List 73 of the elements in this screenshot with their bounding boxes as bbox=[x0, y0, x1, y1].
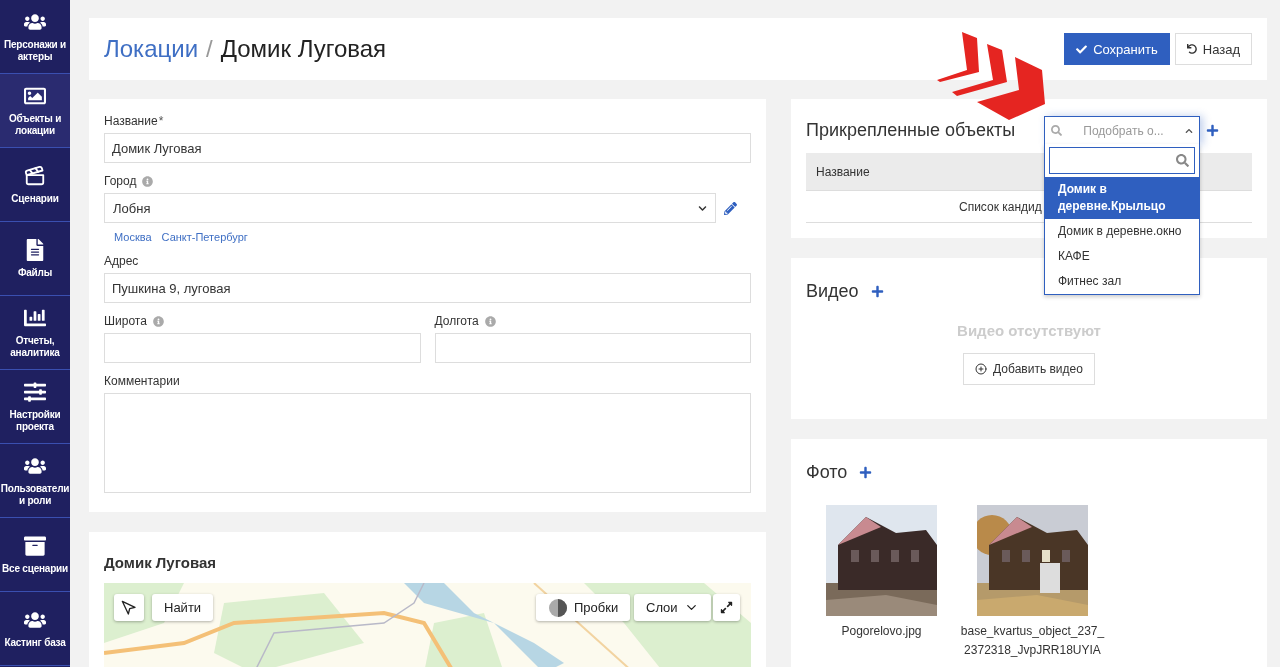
sidebar-item[interactable]: Настройки проекта bbox=[0, 370, 70, 444]
photo-caption: Pogorelovo.jpg bbox=[840, 623, 923, 640]
search-icon bbox=[1176, 154, 1189, 167]
check-icon bbox=[1076, 43, 1088, 55]
breadcrumb-link[interactable]: Локации bbox=[104, 35, 199, 63]
undo-icon bbox=[1186, 44, 1197, 54]
locate-button[interactable] bbox=[114, 594, 144, 621]
fullscreen-button[interactable] bbox=[713, 594, 740, 621]
add-video-button[interactable]: Добавить видео bbox=[963, 353, 1095, 385]
traffic-button[interactable]: Пробки bbox=[536, 594, 631, 621]
input-field[interactable] bbox=[104, 333, 421, 363]
sidebar-item[interactable]: Сценарии bbox=[0, 148, 70, 222]
photo-caption: base_kvartus_object_237_2372318_JvpJRR18UYIA bbox=[959, 623, 1106, 659]
info-icon bbox=[152, 315, 164, 327]
comments-field[interactable] bbox=[104, 393, 751, 493]
input-field[interactable]: Пушкина 9, луговая bbox=[104, 273, 751, 303]
find-button[interactable]: Найти bbox=[152, 594, 214, 621]
field-label: Город bbox=[104, 174, 137, 188]
search-icon bbox=[1051, 125, 1062, 136]
card-title: Прикрепленные объекты bbox=[806, 120, 1016, 141]
city-select[interactable]: Лобня bbox=[104, 193, 716, 223]
clapperboard-icon bbox=[24, 164, 46, 187]
sidebar-item[interactable]: Отчеты, аналитика bbox=[0, 296, 70, 370]
card-title: Домик Луговая bbox=[104, 554, 217, 571]
chevron-up-icon bbox=[1185, 126, 1193, 135]
annotation-arrow-icon bbox=[937, 32, 1045, 120]
sidebar-item[interactable]: Кастинг база bbox=[0, 592, 70, 666]
navigation-icon bbox=[121, 599, 137, 616]
city-suggestion-link[interactable]: Москва bbox=[114, 231, 152, 243]
document-icon bbox=[24, 238, 46, 261]
card-title: Видео bbox=[806, 281, 859, 302]
add-icon[interactable] bbox=[870, 285, 884, 298]
add-icon[interactable] bbox=[859, 466, 873, 479]
chevron-down-icon bbox=[698, 203, 707, 213]
info-icon bbox=[142, 175, 154, 187]
plus-circle-icon bbox=[975, 363, 988, 375]
field-label: Широта bbox=[104, 314, 147, 328]
card-title: Фото bbox=[806, 462, 848, 483]
bar-chart-icon bbox=[24, 307, 46, 329]
save-button[interactable]: Сохранить bbox=[1064, 33, 1170, 65]
sidebar-item[interactable]: Объекты и локации bbox=[0, 74, 70, 148]
dropdown-option[interactable]: Домик в деревне.Крыльцо bbox=[1045, 177, 1199, 219]
empty-table-text: Список кандид bbox=[959, 199, 1042, 214]
input-field[interactable]: Домик Луговая bbox=[104, 133, 751, 163]
sidebar-item[interactable]: Пользователи и роли bbox=[0, 444, 70, 518]
column-header: Название bbox=[816, 164, 870, 179]
add-icon[interactable] bbox=[1206, 124, 1219, 137]
layers-button[interactable]: Слои bbox=[634, 594, 711, 621]
city-suggestion-link[interactable]: Санкт-Петербург bbox=[161, 231, 248, 243]
sidebar-item[interactable]: Все сценарии bbox=[0, 518, 70, 592]
traffic-icon bbox=[548, 597, 568, 618]
users-icon bbox=[24, 455, 46, 477]
expand-icon bbox=[720, 601, 733, 614]
dropdown-option[interactable]: Фитнес зал bbox=[1045, 269, 1199, 294]
users-icon bbox=[24, 11, 46, 33]
info-icon bbox=[484, 315, 496, 327]
input-field[interactable] bbox=[434, 333, 751, 363]
pencil-icon[interactable] bbox=[724, 201, 737, 215]
field-label: Адрес bbox=[104, 254, 140, 268]
image-icon bbox=[24, 85, 46, 107]
breadcrumb-separator: / bbox=[206, 35, 213, 63]
field-label: Комментарии bbox=[104, 374, 181, 388]
page-title: Домик Луговая bbox=[220, 35, 387, 63]
sidebar-item[interactable]: Файлы bbox=[0, 222, 70, 296]
back-button[interactable]: Назад bbox=[1174, 33, 1252, 65]
search-field[interactable] bbox=[1049, 147, 1195, 174]
required-mark: * bbox=[158, 114, 164, 128]
dropdown-option[interactable]: Домик в деревне.окно bbox=[1045, 219, 1199, 244]
archive-icon bbox=[24, 534, 46, 557]
field-label: Долгота bbox=[434, 314, 479, 328]
field-label: Название* bbox=[104, 114, 165, 128]
sliders-icon bbox=[24, 381, 46, 403]
dropdown-option[interactable]: КАФЕ bbox=[1045, 244, 1199, 269]
